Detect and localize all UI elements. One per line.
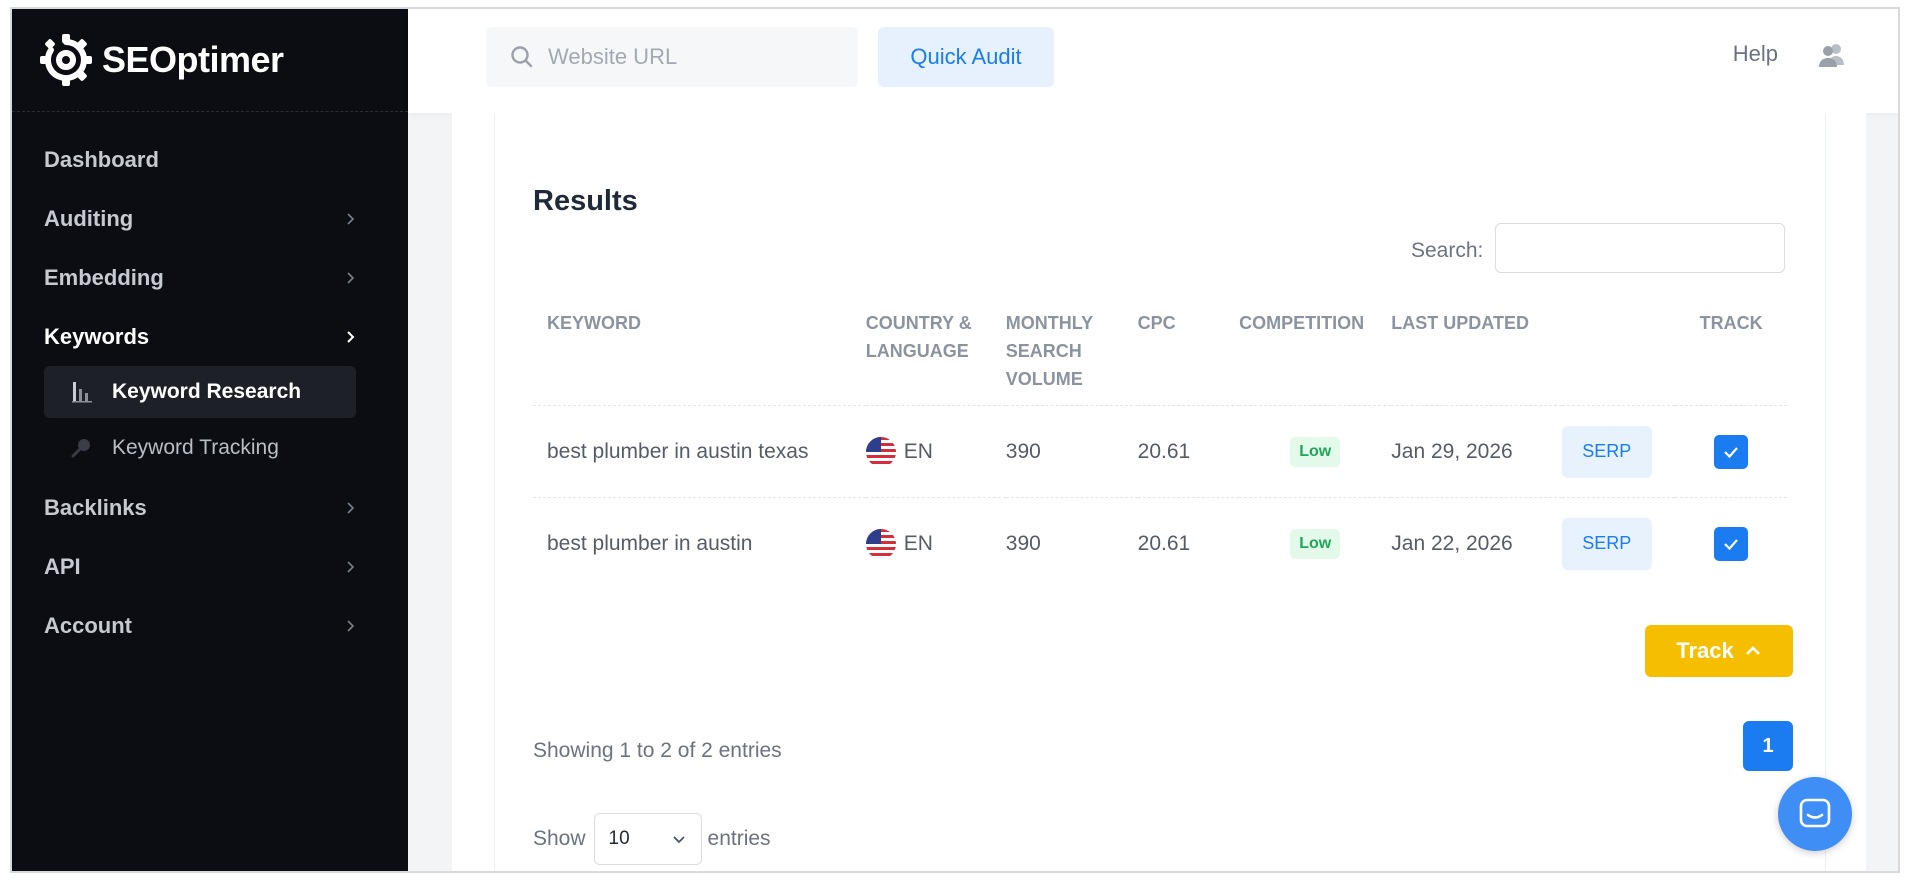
sidebar-item-backlinks[interactable]: Backlinks — [12, 478, 408, 537]
search-icon — [511, 46, 533, 68]
cpc-cell: 20.61 — [1137, 405, 1240, 498]
competition-badge: Low — [1290, 436, 1341, 467]
brand-name: SEOptimer — [102, 39, 284, 80]
sidebar-item-label: Account — [44, 612, 132, 638]
sidebar-item-account[interactable]: Account — [12, 596, 408, 655]
help-link[interactable]: Help — [1733, 41, 1778, 67]
language-code: EN — [903, 531, 933, 555]
magnifier-icon — [71, 439, 90, 458]
table-row: best plumber in austin texas EN 390 20.6… — [533, 405, 1787, 498]
track-cell — [1675, 497, 1787, 590]
chevron-right-icon — [347, 619, 355, 632]
main-content: Results Search: KEYWORD COUNTRY & LANGUA… — [452, 113, 1866, 871]
page-size-row: Show 10 entries — [533, 813, 771, 865]
country-cell: EN — [865, 405, 1006, 498]
column-header-competition[interactable]: COMPETITION — [1239, 309, 1391, 406]
results-title: Results — [533, 185, 638, 217]
table-row: best plumber in austin EN 390 20.61 Low … — [533, 497, 1787, 590]
checkmark-icon — [1724, 539, 1738, 550]
column-header-last-updated[interactable]: LAST UPDATED — [1391, 309, 1561, 406]
competition-badge: Low — [1290, 528, 1341, 559]
column-header-country[interactable]: COUNTRY & LANGUAGE — [866, 309, 1006, 406]
volume-cell: 390 — [1005, 405, 1138, 498]
track-checkbox[interactable] — [1714, 526, 1749, 561]
sidebar-subitem-label: Keyword Research — [112, 380, 302, 403]
country-cell: EN — [865, 497, 1006, 590]
last-updated-cell: Jan 22, 2026 — [1391, 497, 1562, 590]
column-header-keyword[interactable]: KEYWORD — [533, 309, 866, 406]
sidebar-item-label: Keywords — [44, 323, 150, 349]
column-header-track: TRACK — [1699, 313, 1763, 333]
sidebar-item-keywords[interactable]: Keywords — [12, 307, 408, 366]
volume-cell: 390 — [1005, 497, 1138, 590]
serp-button[interactable]: SERP — [1561, 425, 1652, 478]
track-button-label: Track — [1676, 638, 1734, 663]
checkmark-icon — [1724, 446, 1738, 458]
competition-cell: Low — [1239, 405, 1392, 498]
page-size-value: 10 — [608, 828, 630, 849]
sidebar: SEOptimer Dashboard Auditing Embedding K… — [12, 9, 408, 871]
top-header: Quick Audit Help — [408, 9, 1898, 113]
chevron-right-icon — [347, 212, 355, 225]
chevron-up-icon — [1745, 646, 1760, 655]
sidebar-nav: Dashboard Auditing Embedding Keywords Ke… — [12, 112, 408, 655]
sidebar-item-label: API — [44, 553, 81, 579]
app-window: SEOptimer Dashboard Auditing Embedding K… — [10, 7, 1900, 873]
us-flag-icon — [865, 528, 896, 559]
column-header-serp — [1562, 309, 1676, 406]
cpc-cell: 20.61 — [1137, 497, 1240, 590]
users-icon[interactable] — [1816, 39, 1848, 71]
competition-cell: Low — [1239, 497, 1392, 590]
table-search-label: Search: — [1411, 239, 1484, 262]
sidebar-item-api[interactable]: API — [12, 537, 408, 596]
bar-chart-icon — [72, 382, 92, 403]
keywords-table: KEYWORD COUNTRY & LANGUAGE MONTHLY SEARC… — [533, 309, 1787, 590]
sidebar-subitem-keyword-tracking[interactable]: Keyword Tracking — [44, 422, 356, 474]
sidebar-item-label: Embedding — [44, 264, 164, 290]
sidebar-subitem-keyword-research[interactable]: Keyword Research — [44, 366, 356, 418]
url-search-box[interactable] — [486, 27, 858, 87]
quick-audit-button[interactable]: Quick Audit — [878, 27, 1054, 87]
serp-button[interactable]: SERP — [1561, 517, 1652, 570]
keyword-cell: best plumber in austin — [533, 497, 866, 590]
last-updated-cell: Jan 29, 2026 — [1391, 405, 1562, 498]
keyword-cell: best plumber in austin texas — [533, 405, 866, 498]
column-header-cpc[interactable]: CPC — [1138, 309, 1239, 406]
chevron-right-icon — [347, 330, 355, 343]
chevron-right-icon — [347, 501, 355, 514]
chevron-right-icon — [347, 560, 355, 573]
table-header-row: KEYWORD COUNTRY & LANGUAGE MONTHLY SEARC… — [533, 309, 1787, 406]
track-cell — [1675, 405, 1787, 498]
language-code: EN — [903, 439, 933, 463]
chevron-down-icon — [672, 836, 685, 844]
column-header-volume[interactable]: MONTHLY SEARCH VOLUME — [1006, 309, 1138, 406]
entries-info: Showing 1 to 2 of 2 entries — [533, 739, 782, 762]
serp-cell: SERP — [1561, 497, 1676, 590]
entries-label: entries — [707, 827, 771, 850]
show-label: Show — [533, 827, 586, 850]
pagination-page-1[interactable]: 1 — [1743, 721, 1793, 771]
track-button[interactable]: Track — [1645, 625, 1793, 677]
sidebar-item-label: Backlinks — [44, 494, 147, 520]
sidebar-item-label: Auditing — [44, 205, 134, 231]
sidebar-item-dashboard[interactable]: Dashboard — [12, 130, 408, 189]
chevron-right-icon — [347, 271, 355, 284]
website-url-input[interactable] — [548, 44, 838, 70]
sidebar-subitem-label: Keyword Tracking — [112, 436, 279, 459]
track-checkbox[interactable] — [1714, 434, 1749, 469]
sidebar-item-label: Dashboard — [44, 146, 159, 172]
chat-widget-button[interactable] — [1778, 777, 1852, 851]
serp-cell: SERP — [1561, 405, 1676, 498]
us-flag-icon — [865, 436, 896, 467]
sidebar-item-auditing[interactable]: Auditing — [12, 189, 408, 248]
sidebar-item-embedding[interactable]: Embedding — [12, 248, 408, 307]
chat-icon — [1799, 798, 1831, 828]
table-search-input[interactable] — [1495, 223, 1785, 273]
gear-logo-icon — [40, 34, 92, 86]
page-size-select[interactable]: 10 — [593, 813, 702, 865]
results-card: Results Search: KEYWORD COUNTRY & LANGUA… — [494, 113, 1826, 871]
logo[interactable]: SEOptimer — [12, 9, 408, 112]
